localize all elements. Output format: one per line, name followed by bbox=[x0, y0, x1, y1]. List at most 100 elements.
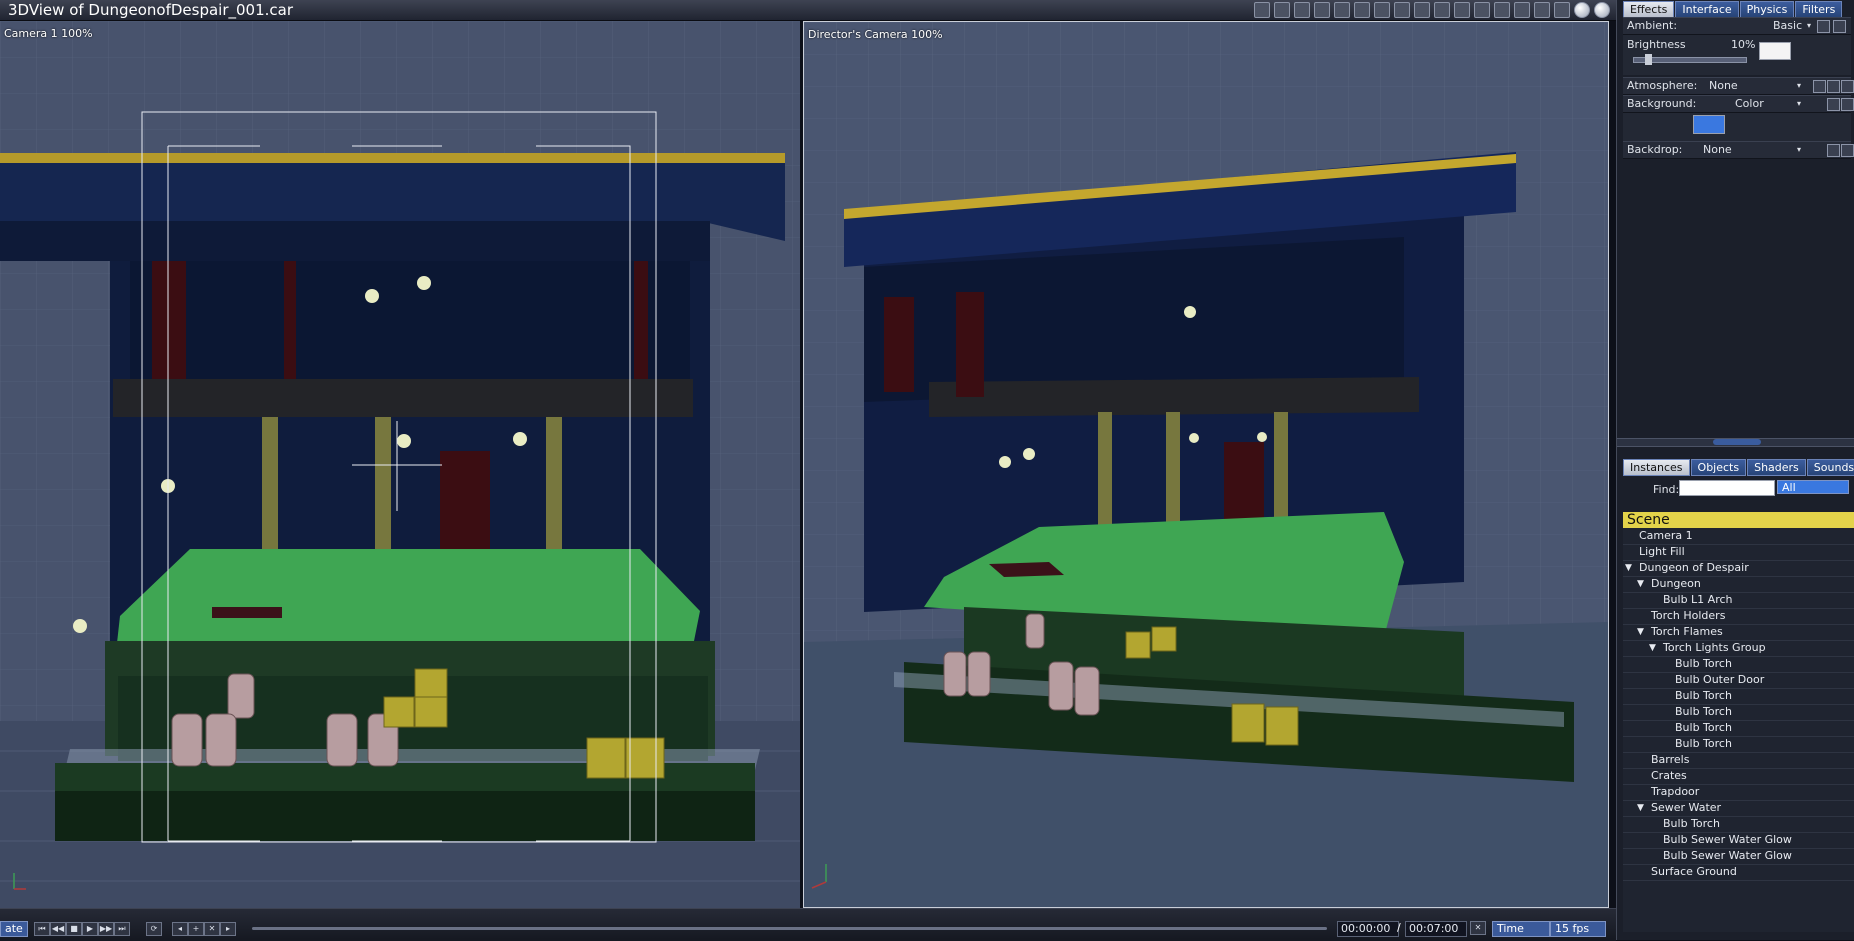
layout-5-icon[interactable] bbox=[1414, 2, 1430, 18]
tree-item[interactable]: Barrels bbox=[1623, 752, 1854, 769]
chevron-down-icon[interactable]: ▾ bbox=[1797, 96, 1801, 112]
backdrop-row[interactable]: Backdrop: None ▾ bbox=[1623, 141, 1854, 159]
circle-icon[interactable] bbox=[1514, 2, 1530, 18]
frame-icon[interactable] bbox=[1314, 2, 1330, 18]
tab-filters[interactable]: Filters bbox=[1795, 1, 1843, 18]
tree-item[interactable]: ▼ Sewer Water bbox=[1623, 800, 1854, 817]
layout-1-icon[interactable] bbox=[1334, 2, 1350, 18]
atmosphere-value[interactable]: None bbox=[1709, 78, 1738, 94]
tree-item[interactable]: ▼ Dungeon of Despair bbox=[1623, 560, 1854, 577]
chevron-down-icon[interactable]: ▾ bbox=[1797, 78, 1801, 94]
next-key-icon[interactable]: ▸ bbox=[220, 922, 236, 936]
ambient-value[interactable]: Basic bbox=[1773, 18, 1802, 34]
light-icon[interactable] bbox=[1474, 2, 1490, 18]
compass-icon[interactable] bbox=[1494, 2, 1510, 18]
filter-select[interactable]: All bbox=[1777, 480, 1849, 494]
ambient-row[interactable]: Ambient: Basic ▾ bbox=[1623, 17, 1851, 35]
shield-icon[interactable] bbox=[1454, 2, 1470, 18]
step-back-icon[interactable]: ◀◀ bbox=[50, 922, 66, 936]
tree-item[interactable]: Bulb Outer Door bbox=[1623, 672, 1854, 689]
tree-item[interactable]: Light Fill bbox=[1623, 544, 1854, 561]
save-icon[interactable] bbox=[1827, 144, 1840, 157]
find-input[interactable] bbox=[1679, 480, 1775, 496]
tree-item[interactable]: Bulb Torch bbox=[1623, 816, 1854, 833]
camera-1-viewport[interactable]: Camera 1 100% bbox=[0, 21, 800, 908]
tree-item[interactable]: ▼ Torch Flames bbox=[1623, 624, 1854, 641]
splitter-handle[interactable] bbox=[1713, 439, 1761, 445]
close-icon[interactable]: ✕ bbox=[1470, 921, 1486, 935]
save-icon[interactable] bbox=[1827, 98, 1840, 111]
options-icon[interactable] bbox=[1841, 98, 1854, 111]
backdrop-value[interactable]: None bbox=[1703, 142, 1732, 158]
options-icon[interactable] bbox=[1841, 80, 1854, 93]
time-scrubber-track[interactable] bbox=[252, 927, 1327, 930]
tree-item[interactable]: Surface Ground bbox=[1623, 864, 1854, 881]
tab-objects[interactable]: Objects bbox=[1690, 459, 1747, 476]
tree-item[interactable]: ▼ Dungeon bbox=[1623, 576, 1854, 593]
tree-item[interactable]: Torch Holders bbox=[1623, 608, 1854, 625]
expand-arrow-icon[interactable]: ▼ bbox=[1625, 560, 1632, 576]
layout-3-icon[interactable] bbox=[1374, 2, 1390, 18]
gear-icon[interactable] bbox=[1254, 2, 1270, 18]
loop-icon[interactable]: ⟳ bbox=[146, 922, 162, 936]
tree-item[interactable]: Crates bbox=[1623, 768, 1854, 785]
chevron-down-icon[interactable]: ▾ bbox=[1807, 18, 1811, 34]
layout-4-icon[interactable] bbox=[1394, 2, 1410, 18]
tree-item[interactable]: Bulb Torch bbox=[1623, 704, 1854, 721]
save-icon[interactable] bbox=[1817, 20, 1830, 33]
bicycle-icon[interactable] bbox=[1294, 2, 1310, 18]
tab-shaders[interactable]: Shaders bbox=[1747, 459, 1806, 476]
go-end-icon[interactable]: ⏭ bbox=[114, 922, 130, 936]
settings-icon[interactable] bbox=[1813, 80, 1826, 93]
tab-interface[interactable]: Interface bbox=[1675, 1, 1739, 18]
bone-icon[interactable] bbox=[1434, 2, 1450, 18]
tree-item[interactable]: Camera 1 bbox=[1623, 528, 1854, 545]
expand-arrow-icon[interactable]: ▼ bbox=[1637, 800, 1644, 816]
tree-item[interactable]: Bulb Sewer Water Glow bbox=[1623, 832, 1854, 849]
expand-arrow-icon[interactable]: ▼ bbox=[1637, 624, 1644, 640]
step-forward-icon[interactable]: ▶▶ bbox=[98, 922, 114, 936]
tree-item[interactable]: Bulb Sewer Water Glow bbox=[1623, 848, 1854, 865]
tab-sounds[interactable]: Sounds bbox=[1806, 459, 1854, 476]
atmosphere-row[interactable]: Atmosphere: None ▾ bbox=[1623, 77, 1854, 95]
animate-mode-button[interactable]: ate bbox=[0, 921, 28, 937]
directors-camera-viewport[interactable]: Director's Camera 100% bbox=[803, 21, 1609, 908]
tree-item[interactable]: Bulb Torch bbox=[1623, 736, 1854, 753]
sphere-shaded-icon[interactable] bbox=[1594, 2, 1610, 18]
time-mode-select[interactable]: Time bbox=[1492, 921, 1550, 937]
tree-item[interactable]: Bulb L1 Arch bbox=[1623, 592, 1854, 609]
scene-root[interactable]: Scene bbox=[1623, 512, 1854, 528]
tab-physics[interactable]: Physics bbox=[1739, 1, 1795, 18]
tab-effects[interactable]: Effects bbox=[1623, 1, 1675, 18]
current-time-field[interactable]: 00:00:00 bbox=[1337, 921, 1399, 937]
panel-splitter[interactable] bbox=[1617, 438, 1854, 447]
delete-key-icon[interactable]: ✕ bbox=[204, 922, 220, 936]
expand-arrow-icon[interactable]: ▼ bbox=[1637, 576, 1644, 592]
layout-2-icon[interactable] bbox=[1354, 2, 1370, 18]
play-icon[interactable]: ▶ bbox=[82, 922, 98, 936]
tab-instances[interactable]: Instances bbox=[1623, 459, 1690, 476]
tree-item[interactable]: Trapdoor bbox=[1623, 784, 1854, 801]
save-icon[interactable] bbox=[1827, 80, 1840, 93]
expand-arrow-icon[interactable]: ▼ bbox=[1649, 640, 1656, 656]
tree-item[interactable]: Bulb Torch bbox=[1623, 688, 1854, 705]
background-value[interactable]: Color bbox=[1735, 96, 1764, 112]
tree-item[interactable]: Bulb Torch bbox=[1623, 656, 1854, 673]
sphere-icon[interactable] bbox=[1574, 2, 1590, 18]
brightness-slider[interactable] bbox=[1633, 54, 1747, 65]
cube-filled-icon[interactable] bbox=[1554, 2, 1570, 18]
tree-item[interactable]: Bulb Torch bbox=[1623, 720, 1854, 737]
go-start-icon[interactable]: ⏮ bbox=[34, 922, 50, 936]
tree-item[interactable]: ▼ Torch Lights Group bbox=[1623, 640, 1854, 657]
chevron-down-icon[interactable]: ▾ bbox=[1797, 142, 1801, 158]
options-icon[interactable] bbox=[1841, 144, 1854, 157]
add-key-icon[interactable]: + bbox=[188, 922, 204, 936]
fps-select[interactable]: 15 fps bbox=[1550, 921, 1606, 937]
brightness-slider-thumb[interactable] bbox=[1644, 54, 1652, 65]
background-row[interactable]: Background: Color ▾ bbox=[1623, 95, 1854, 113]
ambient-color-swatch[interactable] bbox=[1759, 42, 1791, 60]
camera-icon[interactable] bbox=[1274, 2, 1290, 18]
background-color-swatch[interactable] bbox=[1693, 115, 1725, 134]
cube-icon[interactable] bbox=[1534, 2, 1550, 18]
options-icon[interactable] bbox=[1833, 20, 1846, 33]
